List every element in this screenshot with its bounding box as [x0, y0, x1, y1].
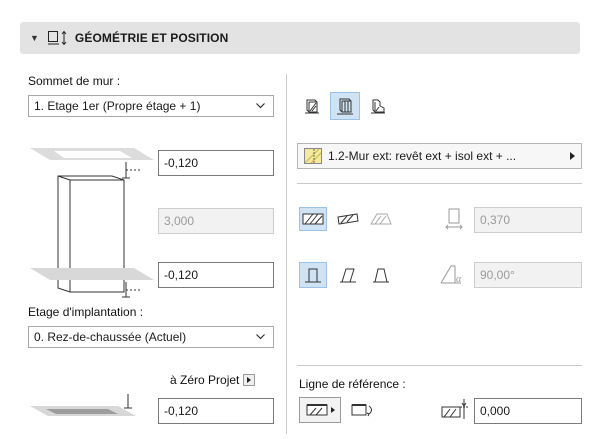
home-story-dropdown[interactable]: 0. Rez-de-chaussée (Actuel): [28, 326, 274, 348]
divider-line: [297, 365, 582, 366]
wall-outside-face-icon[interactable]: [299, 207, 327, 231]
top-offset-field[interactable]: -0,120: [158, 150, 274, 176]
wall-height-field[interactable]: 3,000: [158, 208, 274, 234]
reference-line-location-button[interactable]: [299, 397, 341, 423]
reference-line-outside-icon: [306, 404, 327, 416]
home-story-dropdown-value: 0. Rez-de-chaussée (Actuel): [34, 330, 187, 344]
composite-wall-icon[interactable]: [330, 92, 360, 120]
wall-angle-icon: α: [440, 265, 462, 285]
reference-line-label: Ligne de référence :: [299, 377, 406, 391]
collapse-caret-icon[interactable]: ▼: [30, 33, 39, 43]
composite-label: 1.2-Mur ext: revêt ext + isol ext + ...: [328, 149, 517, 163]
expand-arrow-icon[interactable]: [570, 152, 575, 160]
panel-title: GÉOMÉTRIE ET POSITION: [74, 31, 229, 45]
chevron-down-icon: [255, 100, 266, 114]
top-link-dropdown[interactable]: 1. Etage 1er (Propre étage + 1): [28, 95, 274, 117]
basic-wall-icon[interactable]: [300, 94, 324, 118]
wall-trapezoid-icon[interactable]: [367, 207, 395, 231]
chevron-down-icon: [255, 331, 266, 345]
panel-header[interactable]: ▼ GÉOMÉTRIE ET POSITION: [20, 22, 580, 54]
reference-offset-field[interactable]: 0,000: [474, 398, 582, 424]
svg-text:α: α: [456, 274, 462, 285]
reference-offset-icon: [441, 399, 468, 419]
project-zero-selector[interactable]: à Zéro Projet: [170, 373, 256, 387]
inclined-wall-icon[interactable]: [334, 262, 362, 288]
project-zero-illustration: [30, 394, 136, 416]
wall-section-illustration: [30, 148, 154, 298]
project-zero-label: à Zéro Projet: [170, 373, 240, 387]
bottom-offset-field[interactable]: -0,120: [158, 262, 274, 288]
expand-arrow-icon[interactable]: [243, 374, 256, 386]
straight-wall-icon[interactable]: [299, 262, 327, 288]
wall-thickness-field[interactable]: 0,370: [474, 207, 582, 233]
wall-thickness-icon: [445, 208, 463, 230]
profile-wall-icon[interactable]: [366, 94, 390, 118]
top-link-label: Sommet de mur :: [28, 74, 121, 88]
double-slanted-wall-icon[interactable]: [367, 262, 395, 288]
structure-type-group: [300, 92, 390, 120]
home-story-label: Etage d'implantation :: [28, 305, 144, 319]
composite-swatch-icon: [304, 148, 322, 164]
composite-selector[interactable]: 1.2-Mur ext: revêt ext + isol ext + ...: [297, 143, 582, 169]
column-divider: [286, 74, 287, 434]
divider-line: [297, 183, 582, 184]
project-zero-field[interactable]: -0,120: [158, 398, 274, 424]
expand-arrow-icon: [330, 407, 335, 413]
top-link-dropdown-value: 1. Etage 1er (Propre étage + 1): [34, 99, 201, 113]
wall-slanted-icon[interactable]: [334, 207, 362, 231]
geometry-position-icon: [47, 30, 69, 46]
wall-angle-field[interactable]: 90,00°: [474, 262, 582, 288]
flip-direction-icon[interactable]: [348, 397, 378, 423]
